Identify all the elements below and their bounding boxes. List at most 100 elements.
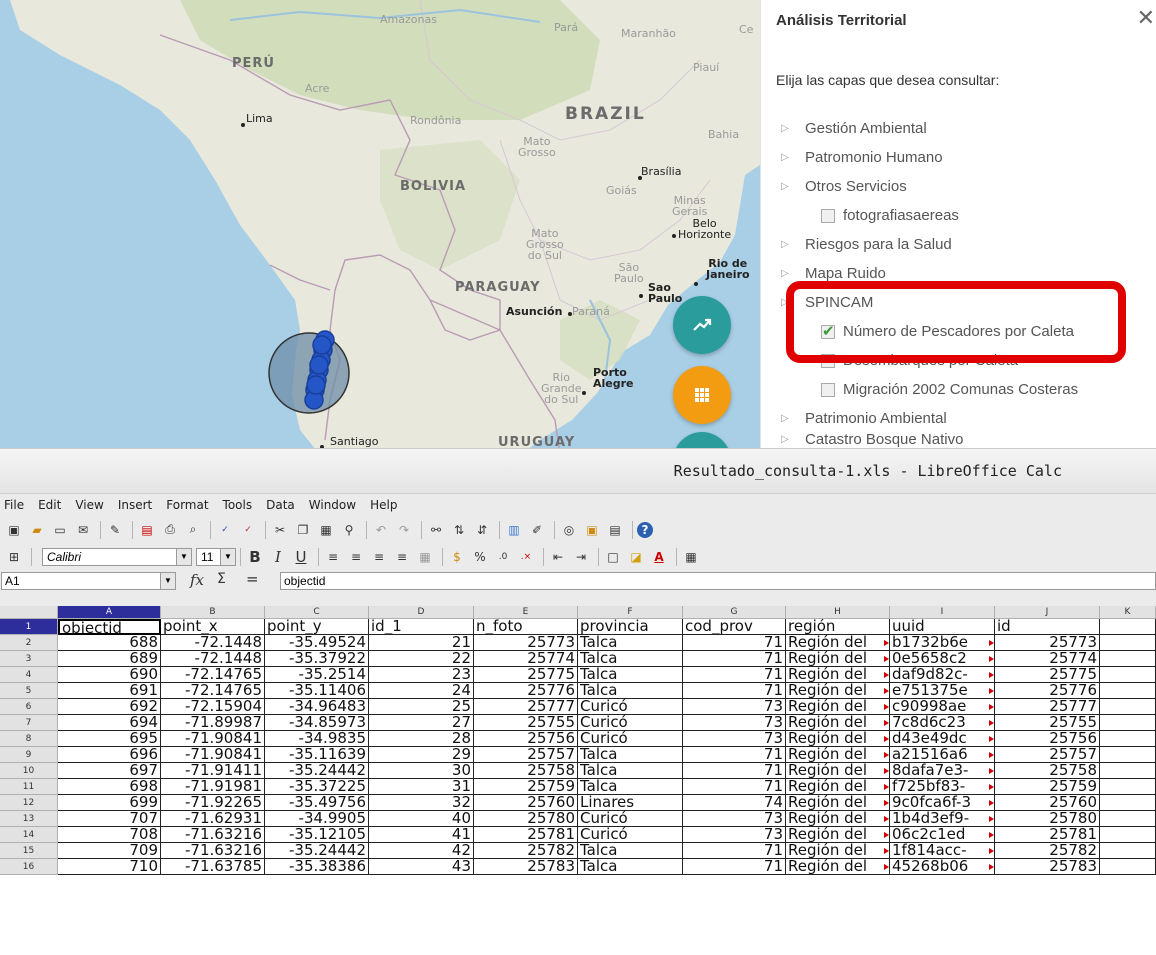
table-cell[interactable]: 22: [369, 651, 474, 667]
row-header[interactable]: 8: [0, 731, 58, 747]
table-cell[interactable]: -34.9905: [265, 811, 369, 827]
table-cell[interactable]: [1100, 843, 1156, 859]
table-cell[interactable]: -34.96483: [265, 699, 369, 715]
align-left-icon[interactable]: ≡: [323, 547, 343, 567]
table-cell[interactable]: [1100, 635, 1156, 651]
row-header[interactable]: 2: [0, 635, 58, 651]
layer-checkbox[interactable]: [821, 382, 835, 397]
header-cell[interactable]: uuid: [890, 619, 995, 635]
table-cell[interactable]: 25759: [995, 779, 1100, 795]
window-titlebar[interactable]: Resultado_consulta-1.xls - LibreOffice C…: [0, 448, 1156, 494]
table-cell[interactable]: 73: [683, 811, 786, 827]
font-name-box[interactable]: Calibri ▼: [42, 547, 192, 566]
table-cell[interactable]: d43e49dc: [890, 731, 995, 747]
navigator-icon[interactable]: ◎: [559, 520, 579, 540]
table-cell[interactable]: -71.92265: [161, 795, 265, 811]
table-cell[interactable]: 71: [683, 651, 786, 667]
table-cell[interactable]: 0e5658c2: [890, 651, 995, 667]
table-cell[interactable]: -72.15904: [161, 699, 265, 715]
table-cell[interactable]: 27: [369, 715, 474, 731]
table-cell[interactable]: 709: [58, 843, 161, 859]
table-cell[interactable]: Región del: [786, 699, 890, 715]
underline-button[interactable]: U: [291, 547, 311, 567]
cut-icon[interactable]: ✂: [270, 520, 290, 540]
layer-group[interactable]: ▷ Otros Servicios: [781, 172, 1151, 201]
layer-group[interactable]: ▷ Riesgos para la Salud: [781, 230, 1151, 259]
menu-window[interactable]: Window: [309, 498, 356, 512]
table-cell[interactable]: Región del: [786, 635, 890, 651]
table-cell[interactable]: 25783: [995, 859, 1100, 875]
table-cell[interactable]: -35.37225: [265, 779, 369, 795]
table-cell[interactable]: Región del: [786, 683, 890, 699]
table-cell[interactable]: 25780: [995, 811, 1100, 827]
table-cell[interactable]: [1100, 667, 1156, 683]
table-cell[interactable]: -35.49524: [265, 635, 369, 651]
table-cell[interactable]: [1100, 683, 1156, 699]
table-cell[interactable]: 71: [683, 763, 786, 779]
table-cell[interactable]: 708: [58, 827, 161, 843]
chart-icon[interactable]: ▥: [504, 520, 524, 540]
table-cell[interactable]: [1100, 651, 1156, 667]
table-cell[interactable]: 73: [683, 827, 786, 843]
table-cell[interactable]: Región del: [786, 763, 890, 779]
open-folder-icon[interactable]: ▰: [27, 520, 47, 540]
header-cell[interactable]: [1100, 619, 1156, 635]
bold-button[interactable]: B: [245, 547, 265, 567]
table-cell[interactable]: 25780: [474, 811, 578, 827]
table-cell[interactable]: Talca: [578, 763, 683, 779]
table-cell[interactable]: -35.49756: [265, 795, 369, 811]
table-cell[interactable]: Región del: [786, 827, 890, 843]
table-cell[interactable]: Región del: [786, 747, 890, 763]
row-header[interactable]: 12: [0, 795, 58, 811]
italic-button[interactable]: I: [268, 547, 288, 567]
remove-decimal-icon[interactable]: .×: [516, 547, 536, 567]
table-cell[interactable]: [1100, 827, 1156, 843]
table-cell[interactable]: 21: [369, 635, 474, 651]
sort-descending-icon[interactable]: ⇵: [472, 520, 492, 540]
align-center-icon[interactable]: ≡: [346, 547, 366, 567]
column-header-f[interactable]: F: [578, 606, 683, 619]
column-header-c[interactable]: C: [265, 606, 369, 619]
table-cell[interactable]: Talca: [578, 651, 683, 667]
table-cell[interactable]: [1100, 811, 1156, 827]
table-cell[interactable]: 30: [369, 763, 474, 779]
chevron-down-icon[interactable]: ▼: [176, 548, 191, 565]
table-cell[interactable]: 25756: [474, 731, 578, 747]
table-cell[interactable]: 25777: [995, 699, 1100, 715]
table-cell[interactable]: 25782: [474, 843, 578, 859]
table-cell[interactable]: [1100, 779, 1156, 795]
table-cell[interactable]: -71.63216: [161, 827, 265, 843]
column-header-b[interactable]: B: [161, 606, 265, 619]
print-preview-icon[interactable]: ⌕: [183, 520, 203, 540]
expand-caret-icon[interactable]: ▷: [781, 143, 805, 172]
table-cell[interactable]: daf9d82c-: [890, 667, 995, 683]
table-cell[interactable]: 696: [58, 747, 161, 763]
layer-item[interactable]: Migración 2002 Comunas Costeras: [781, 375, 1151, 404]
layer-group[interactable]: ▷ Gestión Ambiental: [781, 114, 1151, 143]
merge-cells-icon[interactable]: ▦: [415, 547, 435, 567]
column-header-k[interactable]: K: [1100, 606, 1156, 619]
header-cell[interactable]: provincia: [578, 619, 683, 635]
column-header-a[interactable]: A: [58, 606, 161, 619]
export-pdf-icon[interactable]: ▤: [137, 520, 157, 540]
table-cell[interactable]: 9c0fca6f-3: [890, 795, 995, 811]
chevron-down-icon[interactable]: ▼: [220, 548, 235, 565]
table-cell[interactable]: 25758: [995, 763, 1100, 779]
table-cell[interactable]: 71: [683, 683, 786, 699]
spreadsheet-grid[interactable]: A B C D E F G H I J K 1 objectid point_x point_y id_1 n_…: [0, 606, 1156, 955]
draw-icon[interactable]: ✐: [527, 520, 547, 540]
layer-item[interactable]: fotografiasaereas: [781, 201, 1151, 230]
table-cell[interactable]: 688: [58, 635, 161, 651]
table-cell[interactable]: Talca: [578, 635, 683, 651]
table-cell[interactable]: Talca: [578, 747, 683, 763]
table-cell[interactable]: Región del: [786, 731, 890, 747]
table-cell[interactable]: b1732b6e: [890, 635, 995, 651]
table-cell[interactable]: 71: [683, 635, 786, 651]
menu-file[interactable]: File: [4, 498, 24, 512]
table-cell[interactable]: 71: [683, 747, 786, 763]
sum-icon[interactable]: Σ: [217, 571, 226, 587]
expand-caret-icon[interactable]: ▷: [781, 433, 805, 447]
table-cell[interactable]: -35.2514: [265, 667, 369, 683]
row-header[interactable]: 7: [0, 715, 58, 731]
table-cell[interactable]: Región del: [786, 811, 890, 827]
